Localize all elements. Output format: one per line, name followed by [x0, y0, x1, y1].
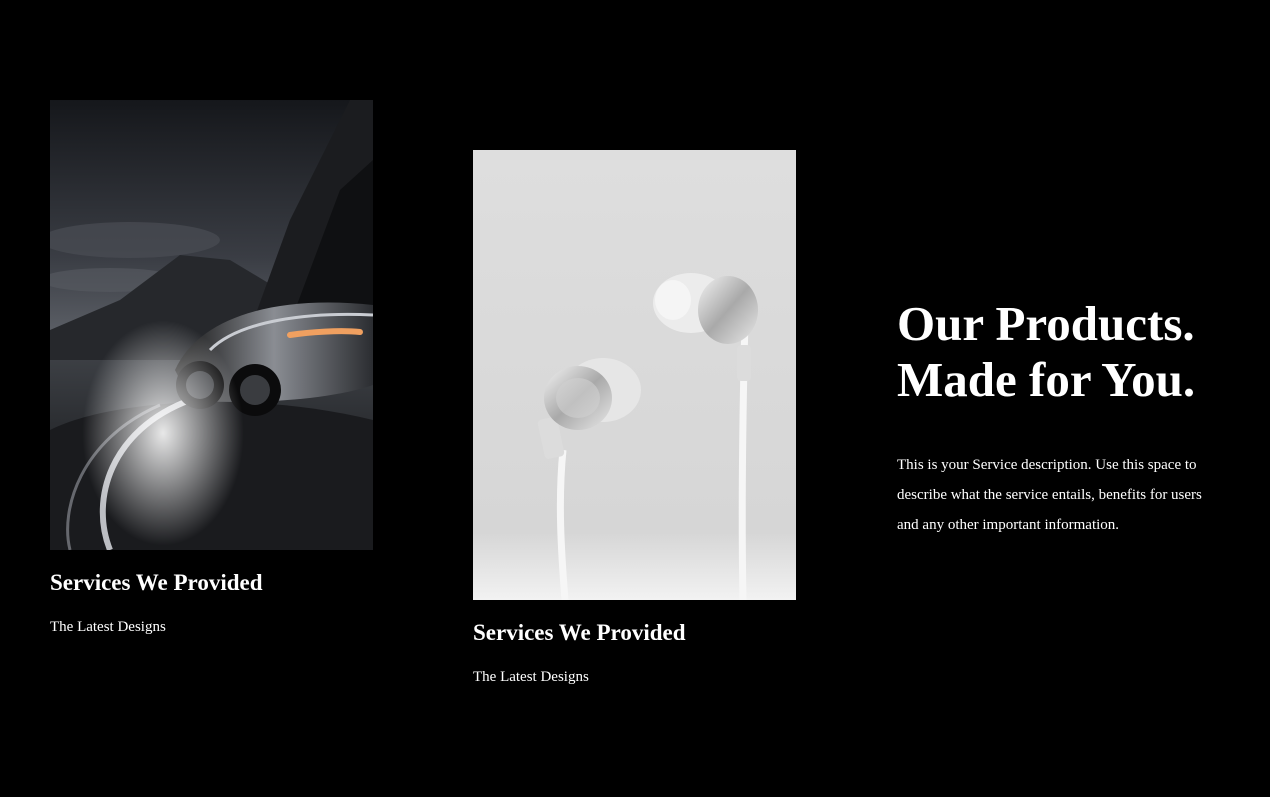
products-section: Services We Provided The Latest Designs: [0, 0, 1270, 797]
service-card: Services We Provided The Latest Designs: [473, 150, 797, 686]
headline-line-1: Our Products.: [897, 296, 1195, 351]
intro-block: Our Products. Made for You. This is your…: [897, 296, 1217, 540]
service-description: This is your Service description. Use th…: [897, 457, 1202, 533]
card-subtitle: The Latest Designs: [473, 669, 589, 685]
service-card: Services We Provided The Latest Designs: [50, 100, 374, 636]
page-title: Our Products. Made for You.: [897, 296, 1217, 408]
card-title: Services We Provided: [50, 570, 263, 595]
card-subtitle: The Latest Designs: [50, 619, 166, 635]
headline-line-2: Made for You.: [897, 352, 1196, 407]
earphones-image: [473, 150, 796, 600]
sports-car-image: [50, 100, 373, 550]
card-title: Services We Provided: [473, 620, 686, 645]
